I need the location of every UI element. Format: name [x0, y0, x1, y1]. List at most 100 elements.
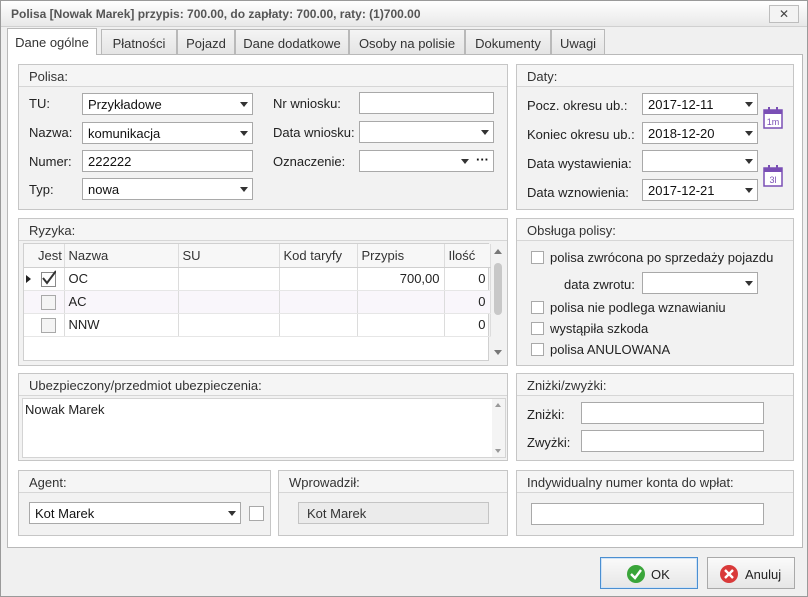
daty-group: Daty: Pocz. okresu ub.: 2017-12-11 Konie…: [516, 64, 794, 210]
agent-dropdown[interactable]: Kot Marek: [29, 502, 241, 524]
anulowana-label: polisa ANULOWANA: [550, 342, 671, 357]
chevron-down-icon: [240, 131, 248, 136]
tab-platnosci[interactable]: Płatności: [101, 29, 177, 55]
nr-wniosku-label: Nr wniosku:: [273, 96, 341, 111]
numer-field[interactable]: 222222: [82, 150, 253, 172]
close-button[interactable]: ✕: [769, 5, 799, 23]
tab-osoby-na-polisie[interactable]: Osoby na polisie: [349, 29, 465, 55]
cancel-button[interactable]: Anuluj: [707, 557, 795, 589]
polisa-group: Polisa: TU: Przykładowe Nazwa: komunikac…: [18, 64, 508, 210]
chevron-down-icon: [745, 102, 753, 107]
agent-checkbox[interactable]: [249, 506, 264, 521]
col-su[interactable]: SU: [178, 244, 280, 268]
data-wznowienia-value: 2017-12-21: [648, 183, 715, 198]
data-wznowienia-dropdown[interactable]: 2017-12-21: [642, 179, 758, 201]
scroll-up-icon[interactable]: [495, 403, 501, 407]
cal2-text: 3l: [769, 175, 776, 185]
table-row[interactable]: NNW 0: [24, 313, 491, 337]
scroll-up-icon[interactable]: [494, 249, 502, 254]
anulowana-checkbox[interactable]: [531, 343, 544, 356]
row-indicator-icon: [26, 274, 31, 283]
tu-dropdown[interactable]: Przykładowe: [82, 93, 253, 115]
row-kod: [279, 290, 358, 314]
checkmark-icon: [627, 565, 645, 583]
scroll-down-icon[interactable]: [495, 449, 501, 453]
chevron-down-icon: [240, 102, 248, 107]
chevron-down-icon: [745, 281, 753, 286]
row-su: [178, 313, 280, 337]
nr-wniosku-field[interactable]: [359, 92, 494, 114]
row-jest-cell: [24, 290, 65, 314]
nie-podlega-checkbox[interactable]: [531, 301, 544, 314]
data-zwrotu-label: data zwrotu:: [564, 277, 635, 292]
title-bar: Polisa [Nowak Marek] przypis: 700.00, do…: [1, 1, 807, 27]
tab-uwagi[interactable]: Uwagi: [551, 29, 605, 55]
obsluga-polisy-group: Obsługa polisy: polisa zwrócona po sprze…: [516, 218, 794, 366]
cancel-label: Anuluj: [745, 567, 782, 582]
ok-label: OK: [651, 567, 670, 582]
nazwa-dropdown[interactable]: komunikacja: [82, 122, 253, 144]
row-checkbox[interactable]: [41, 269, 56, 287]
row-kod: [279, 313, 358, 337]
pocz-okresu-value: 2017-12-11: [648, 97, 714, 112]
col-kod-taryfy[interactable]: Kod taryfy: [279, 244, 358, 268]
row-ilosc: 0: [444, 267, 491, 291]
ryzyka-header-row: Jest Nazwa SU Kod taryfy Przypis Ilość: [24, 244, 491, 268]
scroll-down-icon[interactable]: [494, 350, 502, 355]
znizki-header: Zniżki/zwyżki:: [517, 374, 793, 396]
row-su: [178, 267, 280, 291]
textarea-scrollbar[interactable]: [492, 399, 505, 457]
ellipsis-button[interactable]: ···: [476, 152, 489, 167]
ryzyka-grid: Jest Nazwa SU Kod taryfy Przypis Ilość O…: [23, 243, 491, 361]
zwyzki-field[interactable]: [581, 430, 764, 452]
ubezpieczony-group: Ubezpieczony/przedmiot ubezpieczenia: No…: [18, 373, 508, 461]
col-nazwa[interactable]: Nazwa: [64, 244, 179, 268]
konto-field[interactable]: [531, 503, 764, 525]
wprowadzil-field: Kot Marek: [298, 502, 489, 524]
agent-value: Kot Marek: [35, 506, 95, 521]
ok-button[interactable]: OK: [600, 557, 698, 589]
tab-pojazd[interactable]: Pojazd: [177, 29, 235, 55]
szkoda-checkbox[interactable]: [531, 322, 544, 335]
data-wznowienia-label: Data wznowienia:: [527, 185, 629, 200]
pocz-okresu-dropdown[interactable]: 2017-12-11: [642, 93, 758, 115]
col-jest[interactable]: Jest: [24, 244, 65, 268]
oznaczenie-label: Oznaczenie:: [273, 154, 346, 169]
nie-podlega-label: polisa nie podlega wznawianiu: [550, 300, 726, 315]
chevron-down-icon: [461, 159, 469, 164]
row-ilosc: 0: [444, 290, 491, 314]
table-row[interactable]: OC 700,00 0: [24, 267, 491, 291]
tab-dokumenty[interactable]: Dokumenty: [465, 29, 551, 55]
ryzyka-scrollbar[interactable]: [491, 243, 505, 361]
row-su: [178, 290, 280, 314]
koniec-okresu-dropdown[interactable]: 2018-12-20: [642, 122, 758, 144]
row-przypis: 700,00: [357, 267, 445, 291]
tab-dane-ogolne[interactable]: Dane ogólne: [7, 28, 97, 55]
chevron-down-icon: [745, 159, 753, 164]
table-row[interactable]: AC 0: [24, 290, 491, 314]
data-zwrotu-dropdown[interactable]: [642, 272, 758, 294]
nazwa-label: Nazwa:: [29, 125, 73, 140]
row-checkbox[interactable]: [41, 294, 56, 310]
chevron-down-icon: [745, 131, 753, 136]
data-wystawienia-dropdown[interactable]: [642, 150, 758, 172]
typ-dropdown[interactable]: nowa: [82, 178, 253, 200]
calendar-1m-icon[interactable]: 1m: [763, 107, 783, 129]
ubezpieczony-textarea[interactable]: Nowak Marek: [22, 398, 506, 458]
zwrocona-checkbox[interactable]: [531, 251, 544, 264]
col-przypis[interactable]: Przypis: [357, 244, 445, 268]
znizki-field[interactable]: [581, 402, 764, 424]
col-ilosc[interactable]: Ilość: [444, 244, 491, 268]
oznaczenie-dropdown[interactable]: ···: [359, 150, 494, 172]
calendar-3l-icon[interactable]: 3l: [763, 165, 783, 187]
row-checkbox[interactable]: [41, 317, 56, 333]
row-przypis: [357, 313, 445, 337]
tab-dane-dodatkowe[interactable]: Dane dodatkowe: [235, 29, 349, 55]
konto-header: Indywidualny numer konta do wpłat:: [517, 471, 793, 493]
typ-value: nowa: [88, 182, 120, 197]
scroll-thumb[interactable]: [494, 263, 502, 315]
agent-group: Agent: Kot Marek: [18, 470, 271, 536]
data-wniosku-dropdown[interactable]: [359, 121, 494, 143]
cal1-text: 1m: [767, 117, 780, 127]
row-nazwa: NNW: [64, 313, 179, 337]
